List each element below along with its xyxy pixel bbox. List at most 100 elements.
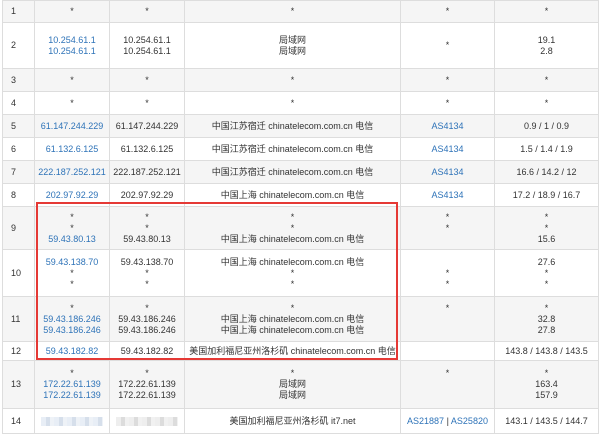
latency-cell: * 32.8 27.8 — [494, 296, 599, 342]
asn-link[interactable]: AS4134 — [431, 167, 463, 177]
latency-cell: 143.1 / 143.5 / 144.7 — [494, 408, 599, 434]
latency-text: 15.6 — [537, 233, 556, 244]
ip-link[interactable]: 172.22.61.139 — [37, 379, 107, 390]
ip-link[interactable]: 59.43.182.82 — [37, 346, 107, 357]
ip-cell: * — [34, 68, 110, 92]
ip-cell: * — [34, 91, 110, 115]
host-cell: 61.147.244.229 — [109, 114, 185, 138]
location-cell: * — [184, 68, 401, 92]
latency-text: * — [544, 6, 549, 16]
ip-cell: 202.97.92.29 — [34, 183, 110, 207]
table-row: 7 222.187.252.121 222.187.252.121 中国江苏宿迁 ch… — [2, 160, 599, 184]
ip-link[interactable]: 172.22.61.139 — [37, 390, 107, 401]
location-cell: 美国加利福尼亚州洛杉矶 chinatelecom.com.cn 电信 — [184, 341, 401, 361]
ip-cell: 59.43.182.82 — [34, 341, 110, 361]
ip-link[interactable]: 59.43.186.246 — [37, 325, 107, 336]
hop-number-text: 3 — [11, 74, 17, 85]
asn-cell: AS4134 — [400, 114, 495, 138]
host-text: 10.254.61.1 — [123, 34, 171, 45]
latency-text: * — [544, 222, 549, 233]
host-text: 59.43.80.13 — [123, 233, 171, 244]
redacted-ip — [41, 416, 103, 426]
ip-link[interactable]: 10.254.61.1 — [37, 35, 107, 46]
latency-text: * — [544, 74, 549, 85]
latency-cell: * — [494, 91, 599, 115]
hop-number: 14 — [2, 408, 35, 434]
hop-number: 10 — [2, 249, 35, 297]
asn-link[interactable]: AS25820 — [451, 416, 488, 426]
hop-number: 9 — [2, 206, 35, 250]
asn-link[interactable]: AS4134 — [431, 190, 463, 200]
location-cell: * 局域网 局域网 — [184, 360, 401, 409]
latency-text: * — [544, 267, 549, 278]
location-cell: * — [184, 91, 401, 115]
asn-link[interactable]: AS4134 — [431, 144, 463, 154]
table-row: 1 * * * * * — [2, 0, 599, 23]
latency-text: 17.2 / 18.9 / 16.7 — [512, 189, 581, 200]
asn-cell: AS4134 — [400, 160, 495, 184]
ip-link[interactable]: 59.43.186.246 — [37, 314, 107, 325]
location-text: 美国加利福尼亚州洛杉矶 it7.net — [229, 415, 356, 426]
host-cell: 202.97.92.29 — [109, 183, 185, 207]
asn-text: * — [445, 302, 450, 313]
ip-link[interactable]: 61.132.6.125 — [37, 144, 107, 155]
ip-cell: 61.132.6.125 — [34, 137, 110, 161]
asn-text: * — [445, 278, 450, 289]
ip-star: * — [70, 222, 74, 233]
hop-number-text: 12 — [11, 345, 22, 356]
host-text: 172.22.61.139 — [118, 390, 176, 400]
latency-text: 143.1 / 143.5 / 144.7 — [505, 415, 588, 426]
hop-number-text: 4 — [11, 97, 17, 108]
latency-cell: * * 15.6 — [494, 206, 599, 250]
ip-cell: 61.147.244.229 — [34, 114, 110, 138]
ip-cell: * — [34, 0, 110, 23]
table-row: 2 10.254.61.1 10.254.61.1 10.254.61.1 10.254… — [2, 22, 599, 69]
host-cell: 61.132.6.125 — [109, 137, 185, 161]
location-text: * — [290, 267, 295, 278]
asn-text — [403, 234, 492, 245]
hop-number: 5 — [2, 114, 35, 138]
latency-cell: 0.9 / 1 / 0.9 — [494, 114, 599, 138]
latency-text: 0.9 / 1 / 0.9 — [523, 120, 570, 131]
table-row: 13 * 172.22.61.139 172.22.61.139 * 172.22.61.… — [2, 360, 599, 409]
latency-text: 143.8 / 143.8 / 143.5 — [505, 345, 588, 356]
location-text: * — [290, 368, 295, 378]
table-row: 5 61.147.244.229 61.147.244.229 中国江苏宿迁 chin… — [2, 114, 599, 138]
asn-link[interactable]: AS21887 — [407, 416, 444, 426]
table-row: 6 61.132.6.125 61.132.6.125 中国江苏宿迁 chinatel… — [2, 137, 599, 161]
location-text: * — [290, 6, 295, 16]
location-cell: * * 中国上海 chinatelecom.com.cn 电信 — [184, 206, 401, 250]
ip-star: * — [70, 267, 74, 278]
host-text: * — [145, 74, 149, 85]
ip-link[interactable]: 59.43.80.13 — [37, 234, 107, 245]
hop-number: 4 — [2, 91, 35, 115]
ip-link[interactable]: 59.43.138.70 — [37, 257, 107, 268]
hop-number: 3 — [2, 68, 35, 92]
host-text: 222.187.252.121 — [113, 166, 181, 177]
host-text: 59.43.182.82 — [120, 345, 174, 356]
host-cell: 59.43.138.70 * * — [109, 249, 185, 297]
ip-link[interactable]: 61.147.244.229 — [37, 121, 107, 132]
hop-number: 7 — [2, 160, 35, 184]
asn-text: * — [445, 267, 450, 278]
hop-number: 1 — [2, 0, 35, 23]
location-text: 中国上海 chinatelecom.com.cn 电信 — [220, 313, 365, 324]
host-text: 59.43.186.246 — [118, 324, 176, 335]
latency-text: 32.8 — [537, 313, 556, 324]
ip-link[interactable]: 222.187.252.121 — [37, 167, 107, 178]
ip-cell: 10.254.61.1 10.254.61.1 — [34, 22, 110, 69]
location-text: 中国江苏宿迁 chinatelecom.com.cn 电信 — [211, 166, 374, 177]
ip-cell: 59.43.138.70 * * — [34, 249, 110, 297]
asn-star: * — [445, 6, 450, 16]
location-text: 局域网 — [278, 390, 306, 400]
ip-link[interactable]: 10.254.61.1 — [37, 46, 107, 57]
latency-cell: 17.2 / 18.9 / 16.7 — [494, 183, 599, 207]
asn-link[interactable]: AS4134 — [431, 121, 463, 131]
ip-link[interactable]: 202.97.92.29 — [37, 190, 107, 201]
latency-text: 163.4 — [535, 379, 558, 389]
latency-text: 16.6 / 14.2 / 12 — [516, 166, 577, 177]
location-cell: 中国上海 chinatelecom.com.cn 电信 * * — [184, 249, 401, 297]
host-text: 59.43.138.70 — [120, 256, 174, 267]
host-cell: * — [109, 91, 185, 115]
hop-number: 13 — [2, 360, 35, 409]
